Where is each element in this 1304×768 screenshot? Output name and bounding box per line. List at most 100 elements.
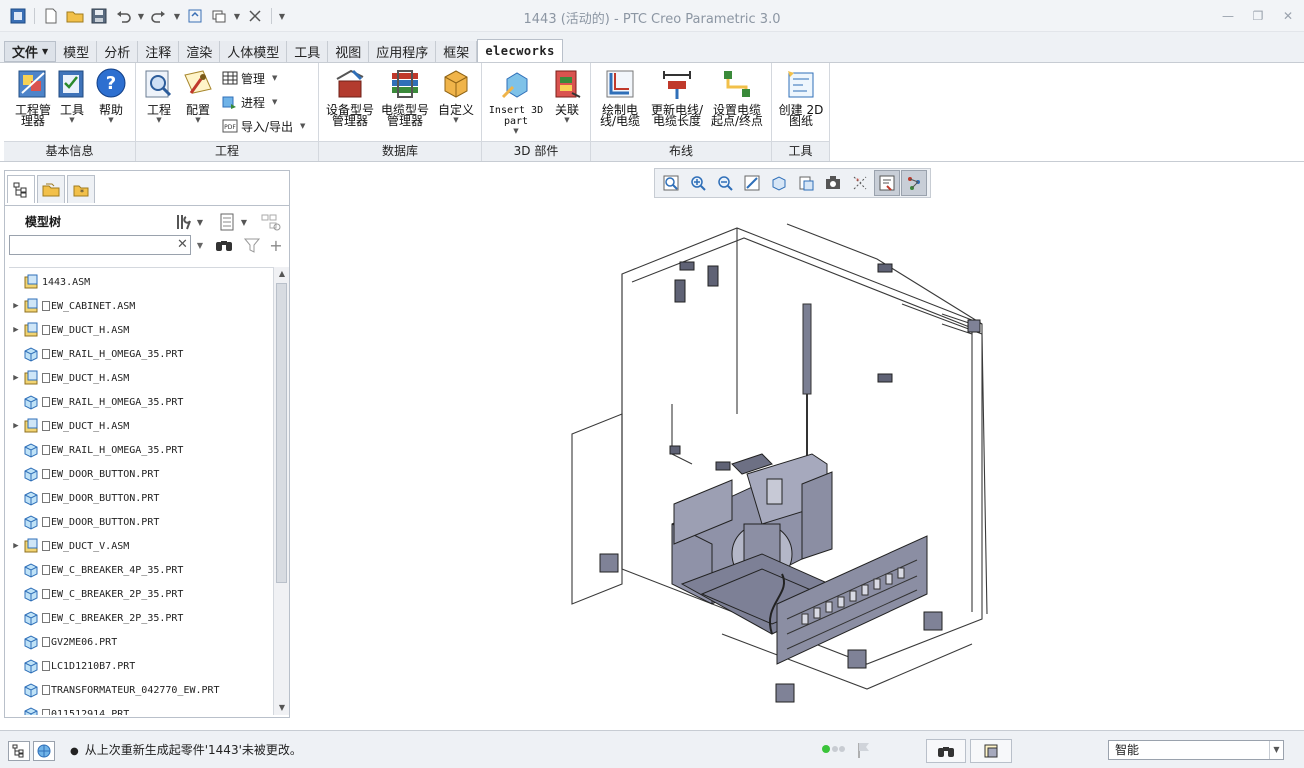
- device-type-manager-button[interactable]: 设备型号 管理器: [323, 67, 377, 139]
- tree-node[interactable]: ▶ EW_DUCT_H.ASM: [9, 366, 273, 390]
- config-button[interactable]: 配置 ▼: [171, 67, 225, 139]
- flag-icon[interactable]: [856, 741, 872, 759]
- button-label: 进程: [241, 95, 266, 110]
- chevron-down-icon: ▼: [564, 116, 570, 124]
- clear-search-icon[interactable]: ✕: [177, 237, 191, 253]
- show-navigator-icon[interactable]: [8, 741, 30, 761]
- custom-button[interactable]: 自定义 ▼: [429, 67, 483, 139]
- tree-columns-icon[interactable]: [261, 212, 281, 232]
- expand-arrow-icon[interactable]: ▶: [9, 421, 23, 431]
- open-folder-icon[interactable]: [65, 6, 85, 26]
- scroll-down-icon[interactable]: ▼: [274, 701, 290, 715]
- cable-type-manager-button[interactable]: 电缆型号 管理器: [378, 67, 432, 139]
- model-tree-tab-icon[interactable]: [7, 175, 35, 203]
- tree-search-input[interactable]: [9, 235, 191, 255]
- expand-arrow-icon[interactable]: ▶: [9, 301, 23, 311]
- selection-filter-select[interactable]: 智能 ▼: [1108, 740, 1284, 760]
- regenerate-icon[interactable]: [185, 6, 205, 26]
- draw-wire-button[interactable]: 绘制电 线/电缆: [593, 67, 647, 139]
- tree-node[interactable]: EW_RAIL_H_OMEGA_35.PRT: [9, 438, 273, 462]
- progress-button[interactable]: 进程 ▼: [222, 91, 277, 113]
- tree-scrollbar[interactable]: ▲ ▼: [273, 267, 289, 715]
- tab-render[interactable]: 渲染: [179, 41, 221, 62]
- graphics-window[interactable]: *: [292, 164, 1304, 718]
- save-icon[interactable]: [89, 6, 109, 26]
- update-cable-length-button[interactable]: 更新电线/ 电缆长度: [647, 67, 707, 139]
- tree-root[interactable]: 1443.ASM: [9, 270, 273, 294]
- tab-tools[interactable]: 工具: [287, 41, 329, 62]
- button-label: 创建 2D 图纸: [778, 103, 824, 128]
- redo-dropdown-icon[interactable]: ▼: [173, 6, 181, 26]
- scroll-thumb[interactable]: [276, 283, 287, 583]
- chevron-down-icon[interactable]: ▼: [195, 212, 205, 232]
- windows-icon[interactable]: [209, 6, 229, 26]
- tree-node[interactable]: TRANSFORMATEUR_042770_EW.PRT: [9, 678, 273, 702]
- show-options-icon[interactable]: [217, 212, 237, 232]
- import-export-button[interactable]: PDF 导入/导出 ▼: [222, 115, 305, 137]
- cabinet-3d-model[interactable]: [292, 164, 1304, 718]
- assembly-icon: [24, 418, 38, 433]
- button-label: 关联: [554, 103, 579, 117]
- tree-node[interactable]: EW_C_BREAKER_2P_35.PRT: [9, 606, 273, 630]
- tab-manikin[interactable]: 人体模型: [220, 41, 288, 62]
- tab-applications[interactable]: 应用程序: [369, 41, 437, 62]
- associate-button[interactable]: 关联 ▼: [540, 67, 594, 139]
- tree-node[interactable]: EW_RAIL_H_OMEGA_35.PRT: [9, 390, 273, 414]
- tree-node[interactable]: ▶ EW_DUCT_H.ASM: [9, 414, 273, 438]
- group-database: 设备型号 管理器 电缆型号 管理器 自定义 ▼ 数据库: [319, 63, 482, 161]
- tree-node[interactable]: ▶ EW_DUCT_H.ASM: [9, 318, 273, 342]
- undo-dropdown-icon[interactable]: ▼: [137, 6, 145, 26]
- close-window-icon[interactable]: [245, 6, 265, 26]
- expand-arrow-icon[interactable]: ▶: [9, 373, 23, 383]
- tree-node[interactable]: EW_DOOR_BUTTON.PRT: [9, 510, 273, 534]
- tree-node[interactable]: EW_DOOR_BUTTON.PRT: [9, 462, 273, 486]
- tree-node[interactable]: ▶ EW_CABINET.ASM: [9, 294, 273, 318]
- add-icon[interactable]: +: [267, 236, 285, 255]
- customize-toolbar-icon[interactable]: ▼: [278, 6, 286, 26]
- tree-node[interactable]: GV2ME06.PRT: [9, 630, 273, 654]
- selected-items-button[interactable]: [970, 739, 1012, 763]
- insert-3d-part-button[interactable]: Insert 3D part ▼: [486, 67, 546, 139]
- new-file-icon[interactable]: [41, 6, 61, 26]
- redo-icon[interactable]: [149, 6, 169, 26]
- expand-arrow-icon[interactable]: ▶: [9, 325, 23, 335]
- tab-analysis[interactable]: 分析: [97, 41, 139, 62]
- find-binoculars-icon[interactable]: [215, 236, 233, 254]
- windows-dropdown-icon[interactable]: ▼: [233, 6, 241, 26]
- favorites-tab-icon[interactable]: *: [67, 175, 95, 203]
- help-button[interactable]: ? 帮助 ▼: [84, 67, 138, 139]
- close-icon[interactable]: ✕: [1280, 8, 1296, 24]
- filter-icon[interactable]: [243, 236, 261, 254]
- restore-icon[interactable]: ❐: [1250, 8, 1266, 24]
- minimize-icon[interactable]: —: [1220, 8, 1236, 24]
- tree-node[interactable]: 011512914.PRT: [9, 702, 273, 715]
- vertical-rod: [802, 303, 812, 464]
- folder-browser-tab-icon[interactable]: [37, 175, 65, 203]
- tab-view[interactable]: 视图: [328, 41, 370, 62]
- set-wire-points-button[interactable]: 设置电缆 起点/终点: [707, 67, 767, 139]
- tab-framework[interactable]: 框架: [436, 41, 478, 62]
- create-2d-drawing-button[interactable]: 创建 2D 图纸: [774, 67, 828, 139]
- tree-node[interactable]: EW_RAIL_H_OMEGA_35.PRT: [9, 342, 273, 366]
- tree-node[interactable]: ▶ EW_DUCT_V.ASM: [9, 534, 273, 558]
- manage-button[interactable]: 管理 ▼: [222, 67, 277, 89]
- app-menu-icon[interactable]: [8, 6, 28, 26]
- tree-node[interactable]: EW_C_BREAKER_4P_35.PRT: [9, 558, 273, 582]
- status-box-icon: [42, 661, 50, 671]
- show-browser-icon[interactable]: [33, 741, 55, 761]
- tree-node[interactable]: EW_DOOR_BUTTON.PRT: [9, 486, 273, 510]
- expand-arrow-icon[interactable]: ▶: [9, 541, 23, 551]
- tab-model[interactable]: 模型: [56, 41, 98, 62]
- find-button[interactable]: [926, 739, 966, 763]
- chevron-down-icon[interactable]: ▼: [239, 212, 249, 232]
- scroll-up-icon[interactable]: ▲: [274, 267, 290, 281]
- settings-tools-icon[interactable]: [173, 212, 193, 232]
- undo-icon[interactable]: [113, 6, 133, 26]
- tab-elecworks[interactable]: elecworks: [477, 39, 563, 62]
- bullet-icon: ●: [70, 746, 79, 757]
- tab-annotate[interactable]: 注释: [138, 41, 180, 62]
- tree-node[interactable]: LC1D1210B7.PRT: [9, 654, 273, 678]
- chevron-down-icon[interactable]: ▼: [195, 236, 205, 254]
- tree-node[interactable]: EW_C_BREAKER_2P_35.PRT: [9, 582, 273, 606]
- tab-file[interactable]: 文件 ▼: [4, 41, 57, 62]
